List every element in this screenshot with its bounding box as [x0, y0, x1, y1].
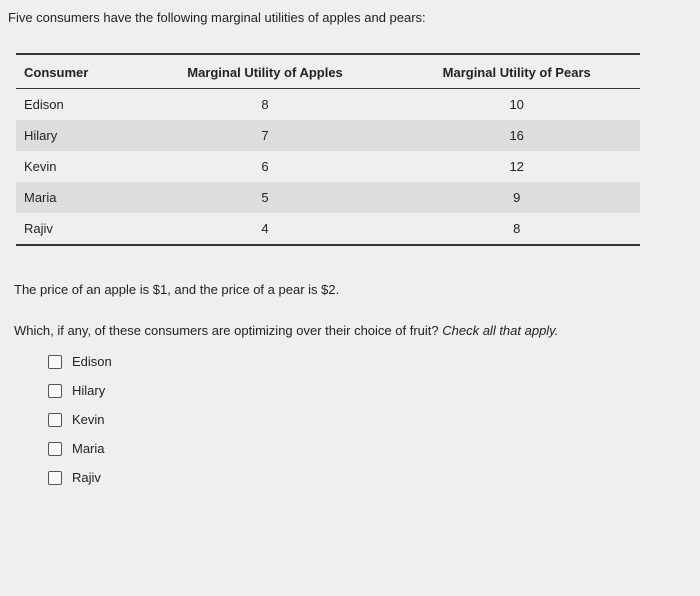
header-pears: Marginal Utility of Pears: [394, 54, 640, 89]
checkbox-icon[interactable]: [48, 413, 62, 427]
checkbox-icon[interactable]: [48, 384, 62, 398]
option-maria[interactable]: Maria: [48, 441, 686, 456]
cell-consumer: Edison: [16, 89, 136, 121]
cell-apples: 7: [136, 120, 393, 151]
cell-apples: 4: [136, 213, 393, 245]
header-consumer: Consumer: [16, 54, 136, 89]
cell-consumer: Kevin: [16, 151, 136, 182]
header-apples: Marginal Utility of Apples: [136, 54, 393, 89]
option-rajiv[interactable]: Rajiv: [48, 470, 686, 485]
options-group: Edison Hilary Kevin Maria Rajiv: [48, 354, 686, 485]
cell-consumer: Rajiv: [16, 213, 136, 245]
checkbox-icon[interactable]: [48, 442, 62, 456]
price-text: The price of an apple is $1, and the pri…: [14, 282, 686, 297]
cell-apples: 5: [136, 182, 393, 213]
option-label: Rajiv: [72, 470, 101, 485]
question-suffix: Check all that apply.: [442, 323, 558, 338]
question-prefix: Which, if any, of these consumers are op…: [14, 323, 442, 338]
option-label: Hilary: [72, 383, 105, 398]
checkbox-icon[interactable]: [48, 471, 62, 485]
checkbox-icon[interactable]: [48, 355, 62, 369]
cell-pears: 8: [394, 213, 640, 245]
cell-pears: 9: [394, 182, 640, 213]
option-label: Edison: [72, 354, 112, 369]
cell-consumer: Hilary: [16, 120, 136, 151]
table-header-row: Consumer Marginal Utility of Apples Marg…: [16, 54, 640, 89]
utility-table-container: Consumer Marginal Utility of Apples Marg…: [16, 53, 640, 246]
table-row: Rajiv 4 8: [16, 213, 640, 245]
utility-table: Consumer Marginal Utility of Apples Marg…: [16, 53, 640, 246]
table-row: Kevin 6 12: [16, 151, 640, 182]
cell-consumer: Maria: [16, 182, 136, 213]
cell-pears: 16: [394, 120, 640, 151]
cell-apples: 6: [136, 151, 393, 182]
table-row: Edison 8 10: [16, 89, 640, 121]
option-edison[interactable]: Edison: [48, 354, 686, 369]
option-label: Kevin: [72, 412, 105, 427]
intro-text: Five consumers have the following margin…: [8, 10, 686, 25]
cell-apples: 8: [136, 89, 393, 121]
table-row: Hilary 7 16: [16, 120, 640, 151]
option-kevin[interactable]: Kevin: [48, 412, 686, 427]
cell-pears: 10: [394, 89, 640, 121]
option-hilary[interactable]: Hilary: [48, 383, 686, 398]
cell-pears: 12: [394, 151, 640, 182]
table-row: Maria 5 9: [16, 182, 640, 213]
question-text: Which, if any, of these consumers are op…: [14, 323, 686, 338]
option-label: Maria: [72, 441, 105, 456]
